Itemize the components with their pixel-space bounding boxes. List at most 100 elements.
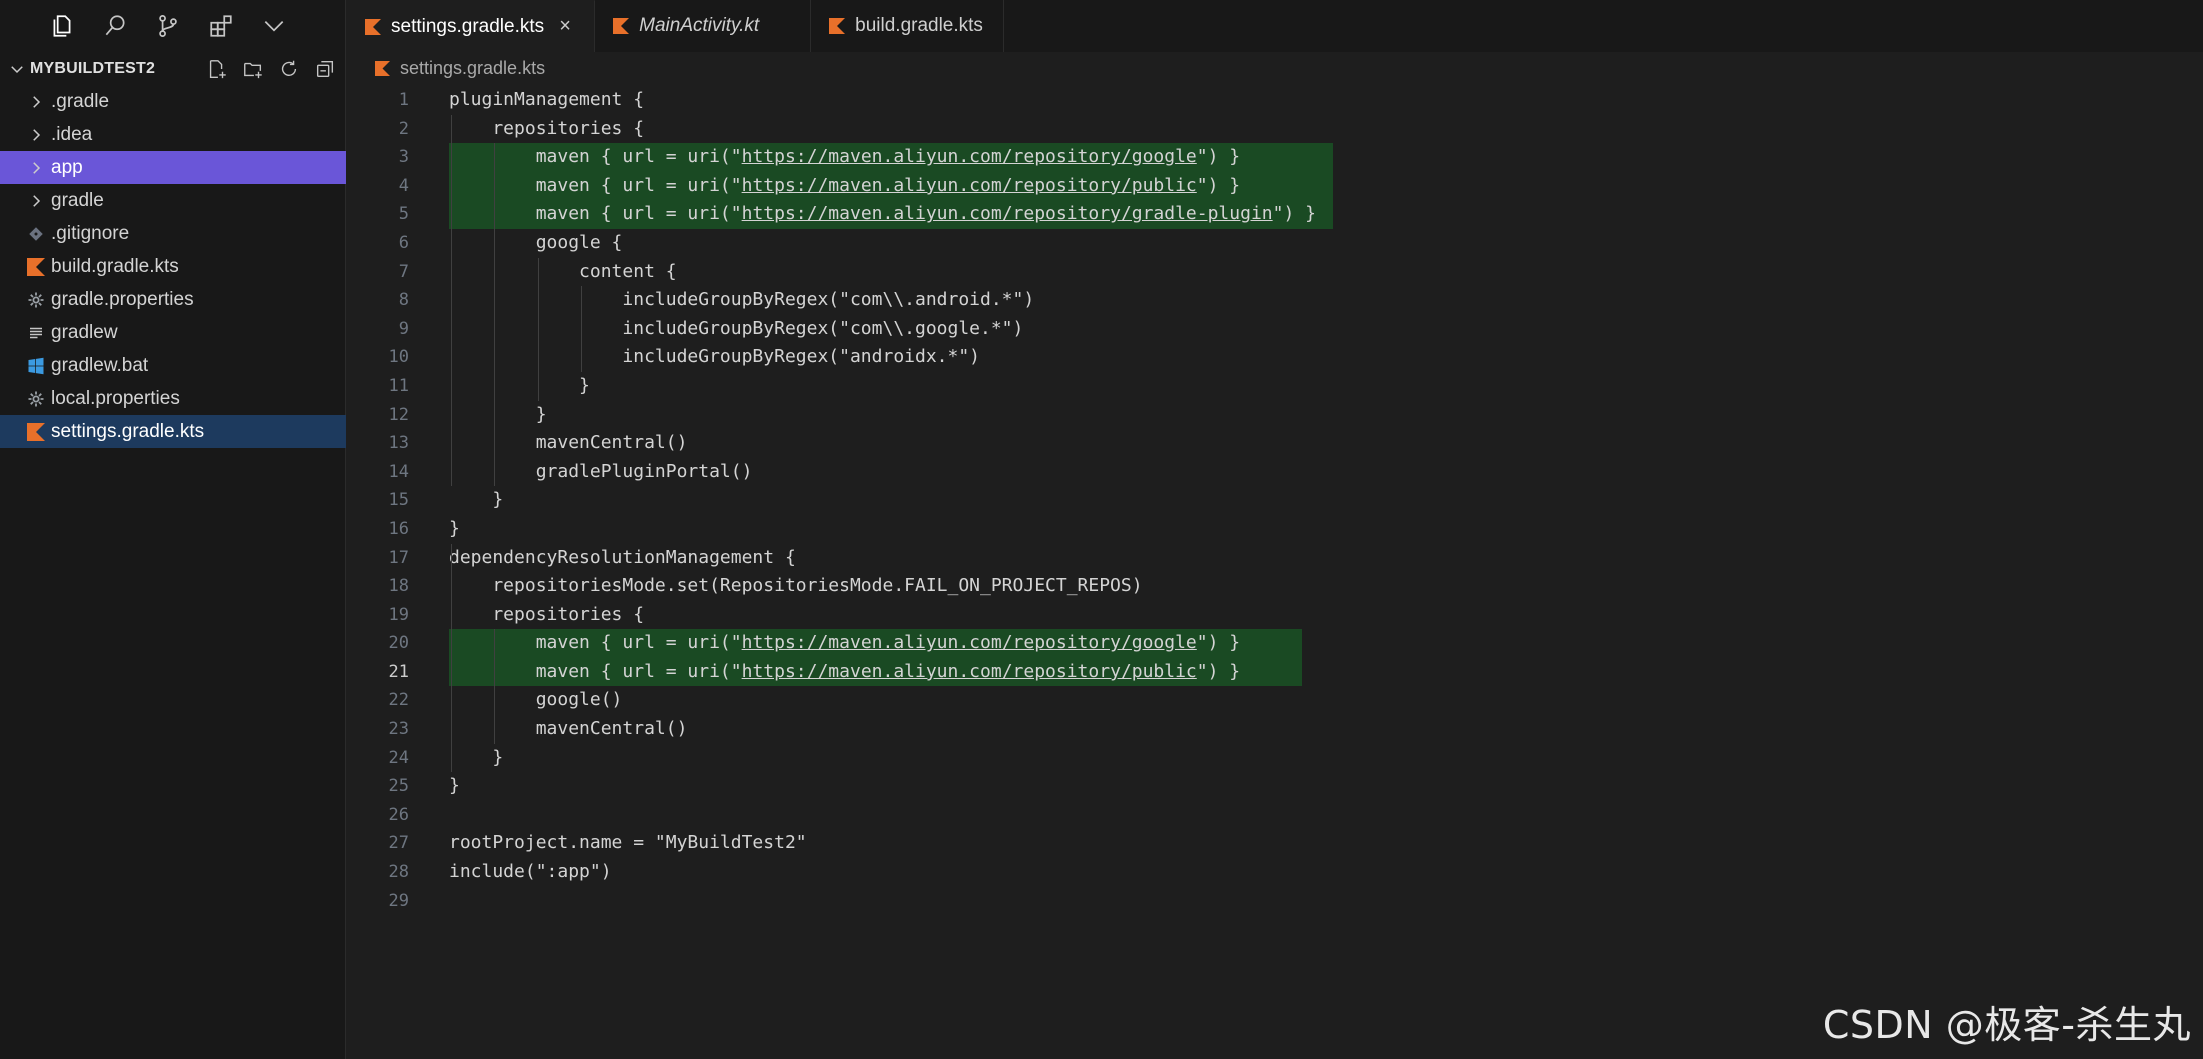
code-text: repositoriesMode.set(RepositoriesMode.FA… (449, 575, 1143, 597)
line-number: 14 (388, 461, 409, 482)
line-number: 29 (388, 890, 409, 911)
tree-item-gitignore[interactable]: .gitignore (0, 217, 346, 250)
code-text: maven { url = uri("https://maven.aliyun.… (449, 174, 1241, 196)
line-number: 8 (398, 290, 409, 311)
code-line[interactable]: 3 maven { url = uri("https://maven.aliyu… (347, 143, 2203, 172)
code-line[interactable]: 10 includeGroupByRegex("androidx.*") (347, 343, 2203, 372)
close-icon[interactable]: × (556, 15, 574, 38)
code-line[interactable]: 29 (347, 887, 2203, 916)
code-line[interactable]: 16} (347, 515, 2203, 544)
new-folder-icon[interactable] (240, 56, 266, 82)
tree-item-app[interactable]: app (0, 151, 346, 184)
tree-item-gradle[interactable]: .gradle (0, 85, 346, 118)
code-text: } (449, 403, 547, 425)
code-line[interactable]: 26 (347, 801, 2203, 830)
code-line[interactable]: 7 content { (347, 258, 2203, 287)
search-icon[interactable] (99, 10, 131, 42)
line-number: 6 (398, 232, 409, 253)
code-text: } (449, 775, 460, 797)
git-icon (26, 224, 46, 244)
code-line[interactable]: 18 repositoriesMode.set(RepositoriesMode… (347, 572, 2203, 601)
line-number: 20 (388, 633, 409, 654)
line-number: 19 (388, 604, 409, 625)
extensions-icon[interactable] (205, 10, 237, 42)
code-line[interactable]: 5 maven { url = uri("https://maven.aliyu… (347, 200, 2203, 229)
code-line[interactable]: 9 includeGroupByRegex("com\\.google.*") (347, 315, 2203, 344)
line-number: 26 (388, 804, 409, 825)
collapse-all-icon[interactable] (312, 56, 338, 82)
tab-mainactivity-kt[interactable]: MainActivity.kt (595, 0, 812, 52)
tree-item-label: gradlew (51, 321, 118, 343)
indent-guide (494, 629, 496, 744)
tree-item-label: gradlew.bat (51, 354, 149, 376)
project-name: MYBUILDTEST2 (30, 60, 156, 77)
code-text: maven { url = uri("https://maven.aliyun.… (449, 632, 1241, 654)
code-line[interactable]: 6 google { (347, 229, 2203, 258)
refresh-icon[interactable] (276, 56, 302, 82)
chevron-right-icon (26, 158, 46, 178)
tab-build-gradle-kts[interactable]: build.gradle.kts (811, 0, 1004, 52)
code-text: repositories { (449, 603, 645, 625)
code-text: rootProject.name = "MyBuildTest2" (449, 832, 807, 854)
code-text: } (449, 517, 460, 539)
code-line[interactable]: 17 dependencyResolutionManagement { (347, 544, 2203, 573)
breadcrumb[interactable]: settings.gradle.kts (375, 56, 545, 80)
explorer-header[interactable]: MYBUILDTEST2 (0, 54, 346, 84)
source-control-icon[interactable] (152, 10, 184, 42)
explorer-icon[interactable] (46, 10, 78, 42)
tree-item-gradle[interactable]: gradle (0, 184, 346, 217)
code-text: mavenCentral() (449, 718, 688, 740)
new-file-icon[interactable] (204, 56, 230, 82)
indent-guide (537, 257, 539, 401)
tab-settings-gradle-kts[interactable]: settings.gradle.kts × (347, 0, 596, 52)
tree-item-label: local.properties (51, 387, 180, 409)
chevron-down-icon[interactable] (258, 10, 290, 42)
line-number: 9 (398, 318, 409, 339)
code-area[interactable]: 1 pluginManagement {2 repositories {3 mav… (347, 86, 2203, 915)
code-line[interactable]: 4 maven { url = uri("https://maven.aliyu… (347, 171, 2203, 201)
tree-item-build-gradle-kts[interactable]: build.gradle.kts (0, 250, 346, 283)
tree-item-gradle-properties[interactable]: gradle.properties (0, 283, 346, 316)
activity-bar (0, 0, 346, 52)
indent-guide (494, 143, 496, 487)
code-line[interactable]: 19 repositories { (347, 601, 2203, 630)
code-line[interactable]: 23 mavenCentral() (347, 715, 2203, 744)
code-line[interactable]: 24 } (347, 744, 2203, 773)
code-line[interactable]: 11 } (347, 372, 2203, 401)
code-line[interactable]: 14 gradlePluginPortal() (347, 458, 2203, 487)
code-line[interactable]: 1 pluginManagement { (347, 86, 2203, 115)
code-line[interactable]: 21 maven { url = uri("https://maven.aliy… (347, 657, 2203, 687)
tree-item-gradlew-bat[interactable]: gradlew.bat (0, 349, 346, 382)
tree-item-idea[interactable]: .idea (0, 118, 346, 151)
line-number: 13 (388, 433, 409, 454)
tab-label: MainActivity.kt (639, 15, 760, 36)
code-text: maven { url = uri("https://maven.aliyun.… (449, 203, 1316, 225)
tree-item-label: .idea (51, 123, 93, 145)
code-line[interactable]: 2 repositories { (347, 115, 2203, 144)
tree-item-gradlew[interactable]: gradlew (0, 316, 346, 349)
code-text: dependencyResolutionManagement { (449, 546, 796, 568)
kotlin-icon (26, 422, 46, 442)
code-line[interactable]: 15 } (347, 486, 2203, 515)
kotlin-icon (829, 18, 846, 34)
tree-item-settings-gradle-kts[interactable]: settings.gradle.kts (0, 415, 346, 448)
code-text: google() (449, 689, 623, 711)
code-line[interactable]: 8 includeGroupByRegex("com\\.android.*") (347, 286, 2203, 315)
code-text: includeGroupByRegex("com\\.android.*") (449, 289, 1035, 311)
code-line[interactable]: 13 mavenCentral() (347, 429, 2203, 458)
code-line[interactable]: 25} (347, 772, 2203, 801)
code-line[interactable]: 27 rootProject.name = "MyBuildTest2" (347, 829, 2203, 858)
line-number: 15 (388, 490, 409, 511)
code-text: } (449, 746, 504, 768)
code-line[interactable]: 12 } (347, 401, 2203, 430)
code-line[interactable]: 28 include(":app") (347, 858, 2203, 887)
code-line[interactable]: 20 maven { url = uri("https://maven.aliy… (347, 629, 2203, 658)
line-number: 17 (388, 547, 409, 568)
tree-item-local-properties[interactable]: local.properties (0, 382, 346, 415)
line-number: 21 (388, 661, 409, 682)
tree-item-label: gradle (51, 189, 104, 211)
tree-item-label: build.gradle.kts (51, 255, 179, 277)
line-number: 7 (398, 261, 409, 282)
code-line[interactable]: 22 google() (347, 686, 2203, 715)
breadcrumb-file: settings.gradle.kts (400, 57, 546, 78)
